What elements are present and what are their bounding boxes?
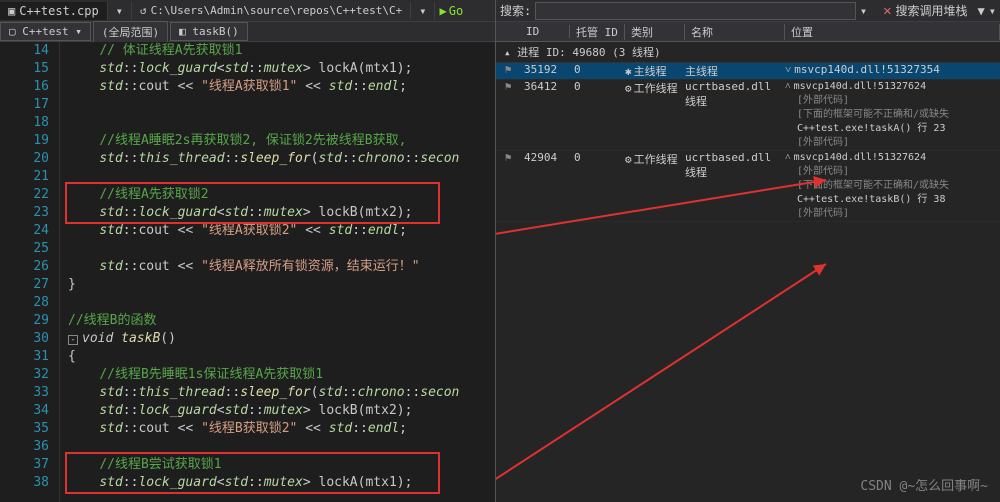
dropdown-icon-2[interactable]: ▾ xyxy=(411,2,435,20)
line-gutter: 1415161718192021222324252627282930313233… xyxy=(0,42,60,502)
file-tabs: ▣ C++test.cpp ▾ ↺ C:\Users\Admin\source\… xyxy=(0,0,495,22)
play-icon: ▶ xyxy=(439,4,446,18)
flag-icon[interactable]: ⚑ xyxy=(496,63,520,76)
fold-icon[interactable]: - xyxy=(68,335,78,345)
filter-icon[interactable]: ▼ xyxy=(978,4,985,18)
search-bar: 搜索: ▾ ✕ 搜索调用堆栈 ▼ ▾ xyxy=(496,0,1000,22)
dropdown-icon[interactable]: ▾ xyxy=(108,2,132,20)
scope-project-label: C++test xyxy=(22,25,68,38)
tab-file-label: C++test.cpp xyxy=(19,4,98,18)
process-row[interactable]: ▴ 进程 ID: 49680 (3 线程) xyxy=(496,42,1000,63)
flag-icon[interactable]: ⚑ xyxy=(496,80,520,93)
scope-project[interactable]: ▢ C++test ▾ xyxy=(0,22,91,41)
flag-icon[interactable]: ⚑ xyxy=(496,151,520,164)
hdr-id[interactable]: ID xyxy=(520,25,570,38)
collapse-icon[interactable]: ˄ xyxy=(785,81,794,92)
history-icon: ↺ xyxy=(140,4,147,17)
code-body[interactable]: // 体证线程A先获取锁1 std::lock_guard<std::mutex… xyxy=(60,42,495,502)
scope-global[interactable]: (全局范围) xyxy=(93,21,168,43)
search-label: 搜索: xyxy=(500,2,531,19)
project-icon: ▢ xyxy=(9,25,16,38)
tab-file[interactable]: ▣ C++test.cpp xyxy=(0,2,108,20)
threads-header: ID 托管 ID 类别 名称 位置 xyxy=(496,22,1000,42)
gear-icon: ⚙ xyxy=(625,82,632,95)
hdr-cat[interactable]: 类别 xyxy=(625,24,685,40)
go-label: Go xyxy=(449,4,463,18)
panel-title: 搜索调用堆栈 xyxy=(896,2,968,19)
scope-func[interactable]: ◧ taskB() xyxy=(170,22,248,41)
func-icon: ◧ xyxy=(179,25,186,38)
hdr-mid[interactable]: 托管 ID xyxy=(570,24,625,40)
search-input[interactable] xyxy=(535,2,856,20)
scope-func-label: taskB() xyxy=(192,25,238,38)
code-editor[interactable]: 1415161718192021222324252627282930313233… xyxy=(0,42,495,502)
go-button[interactable]: ▶ Go xyxy=(435,4,467,18)
expand-icon[interactable]: ˅ xyxy=(785,63,794,76)
thread-row-2[interactable]: ⚑ 36412 0 ⚙工作线程 ucrtbased.dll 线程 ˄msvcp1… xyxy=(496,80,1000,151)
close-icon[interactable]: ✕ xyxy=(883,3,891,19)
tab-path-label: C:\Users\Admin\source\repos\C++test\C+ xyxy=(151,4,403,17)
collapse-icon[interactable]: ˄ xyxy=(785,152,794,163)
scope-bar: ▢ C++test ▾ (全局范围) ◧ taskB() xyxy=(0,22,495,42)
cpp-file-icon: ▣ xyxy=(8,4,15,18)
thread-row-3[interactable]: ⚑ 42904 0 ⚙工作线程 ucrtbased.dll 线程 ˄msvcp1… xyxy=(496,151,1000,222)
threads-body: ▴ 进程 ID: 49680 (3 线程) ⚑ 35192 0 ✱主线程 主线程… xyxy=(496,42,1000,502)
filter-dropdown-icon[interactable]: ▾ xyxy=(989,4,996,18)
gear-icon: ⚙ xyxy=(625,153,632,166)
thread-icon: ✱ xyxy=(625,65,632,78)
thread-row-1[interactable]: ⚑ 35192 0 ✱主线程 主线程 ˅msvcp140d.dll!513273… xyxy=(496,63,1000,80)
hdr-name[interactable]: 名称 xyxy=(685,24,785,40)
hdr-loc[interactable]: 位置 xyxy=(785,24,1000,40)
watermark: CSDN @~怎么回事啊~ xyxy=(860,475,988,494)
search-dropdown-icon[interactable]: ▾ xyxy=(860,4,867,18)
tab-path[interactable]: ↺ C:\Users\Admin\source\repos\C++test\C+ xyxy=(132,2,411,19)
